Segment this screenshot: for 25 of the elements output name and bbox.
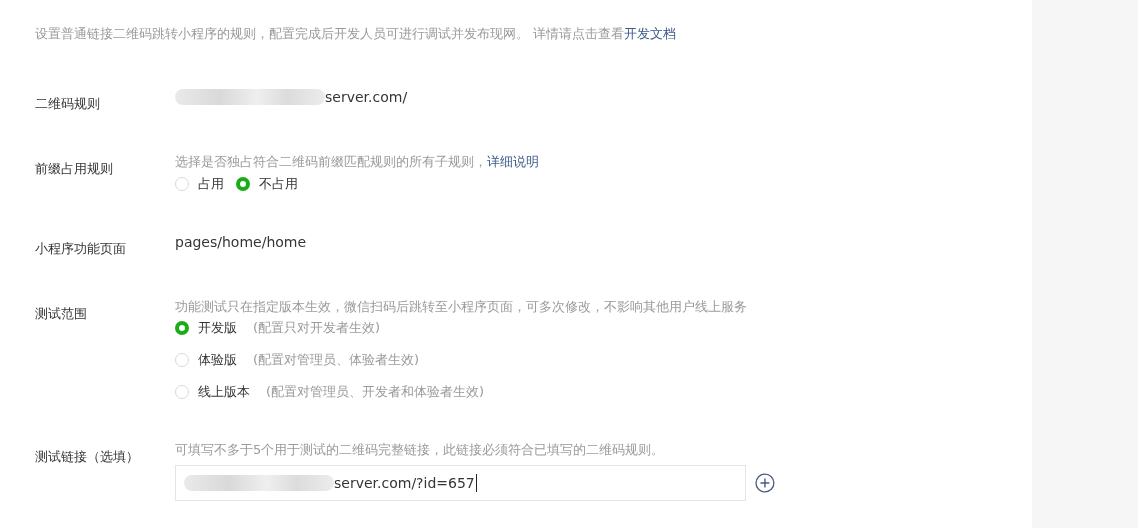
option-note: (配置只对开发者生效)	[253, 319, 381, 337]
radio-button[interactable]	[175, 321, 189, 335]
add-icon[interactable]	[755, 473, 775, 493]
field-description: 可填写不多于5个用于测试的二维码完整链接，此链接必须符合已填写的二维码规则。	[175, 441, 666, 459]
option-note: (配置对管理员、体验者生效)	[253, 351, 420, 369]
url-field[interactable]: server.com/?id=657	[175, 465, 747, 501]
option-label: 占用	[198, 175, 224, 193]
details-link[interactable]: 详细说明	[487, 154, 539, 169]
field-label: 测试链接（选填）	[35, 448, 140, 466]
field-value: server.com/	[325, 89, 408, 105]
option-note: (配置对管理员、开发者和体验者生效)	[266, 383, 485, 401]
field-description: 功能测试只在指定版本生效，微信扫码后跳转至小程序页面，可多次修改，不影响其他用户线上服务	[175, 298, 748, 316]
field-label: 前缀占用规则	[35, 160, 114, 178]
docs-link[interactable]: 开发文档	[624, 26, 677, 41]
field-label: 测试范围	[35, 305, 88, 323]
radio-button[interactable]	[236, 177, 250, 191]
field-description: 选择是否独占符合二维码前缀匹配规则的所有子规则，详细说明	[175, 153, 540, 171]
option-label: 不占用	[259, 175, 298, 193]
field-value: pages/home/home	[175, 234, 307, 250]
field-label: 二维码规则	[35, 95, 101, 113]
option-label: 线上版本	[198, 383, 250, 401]
field-label: 小程序功能页面	[35, 240, 127, 258]
option-label: 开发版	[198, 319, 237, 337]
intro-text: 设置普通链接二维码跳转小程序的规则，配置完成后开发人员可进行调试并发布现网。 详情请点击查看开发文档	[35, 25, 678, 43]
option-label: 体验版	[198, 351, 237, 369]
